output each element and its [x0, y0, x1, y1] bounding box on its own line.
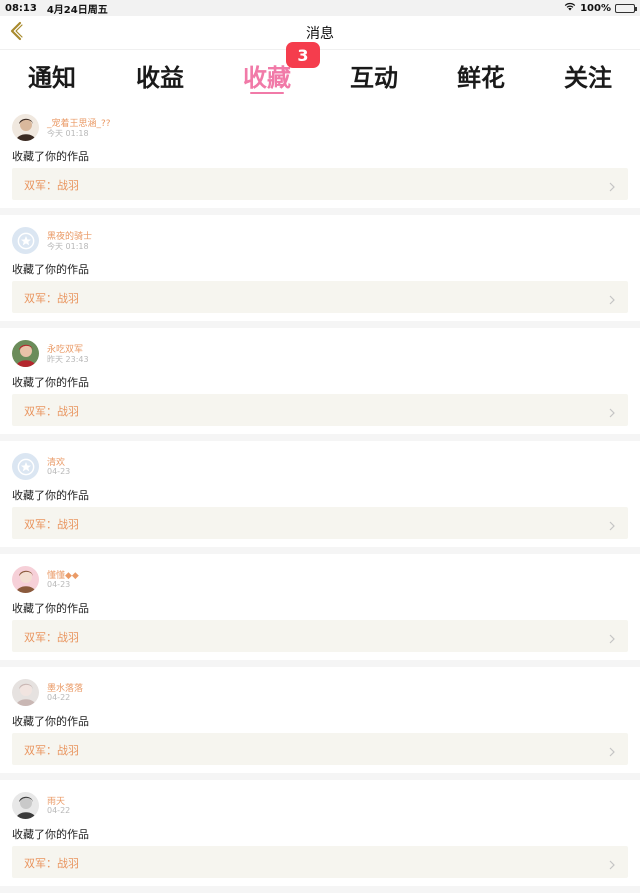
action-text: 收藏了你的作品	[12, 602, 89, 615]
work-link[interactable]: 双军：战羽	[12, 168, 628, 200]
action-text: 收藏了你的作品	[12, 715, 89, 728]
active-tab-indicator	[250, 92, 284, 94]
work-title: 双军：战羽	[24, 292, 79, 305]
chevron-right-icon	[608, 856, 616, 870]
divider	[0, 321, 640, 328]
chevron-right-icon	[608, 178, 616, 192]
list-item: 永吃双军 昨天 23:43 收藏了你的作品 双军：战羽	[0, 328, 640, 434]
avatar[interactable]	[12, 453, 39, 480]
work-link[interactable]: 双军：战羽	[12, 281, 628, 313]
list-item: 黑夜的骑士 今天 01:18 收藏了你的作品 双军：战羽	[0, 215, 640, 321]
wifi-icon	[564, 2, 576, 14]
unread-badge: 3	[286, 42, 320, 68]
timestamp: 昨天 23:43	[47, 355, 89, 364]
chevron-right-icon	[608, 630, 616, 644]
list-item: 懂懂◆◆ 04-23 收藏了你的作品 双军：战羽	[0, 554, 640, 660]
status-date: 4月24日周五	[46, 4, 108, 16]
action-text: 收藏了你的作品	[12, 150, 89, 163]
avatar[interactable]	[12, 792, 39, 819]
tab-flowers[interactable]: 鲜花	[431, 58, 531, 93]
list-item: _宠着王思涵_?? 今天 01:18 收藏了你的作品 双军：战羽	[0, 102, 640, 208]
work-title: 双军：战羽	[24, 179, 79, 192]
work-link[interactable]: 双军：战羽	[12, 846, 628, 878]
work-title: 双军：战羽	[24, 631, 79, 644]
divider	[0, 547, 640, 554]
divider	[0, 208, 640, 215]
list-item: 墨水落落 04-22 收藏了你的作品 双军：战羽	[0, 667, 640, 773]
work-link[interactable]: 双军：战羽	[12, 733, 628, 765]
action-text: 收藏了你的作品	[12, 376, 89, 389]
action-text: 收藏了你的作品	[12, 828, 89, 841]
status-bar: 08:13 4月24日周五 100%	[0, 0, 640, 16]
chevron-right-icon	[608, 291, 616, 305]
list-item: 清欢 04-23 收藏了你的作品 双军：战羽	[0, 441, 640, 547]
avatar[interactable]	[12, 679, 39, 706]
action-text: 收藏了你的作品	[12, 263, 89, 276]
battery-icon	[615, 3, 637, 13]
tab-notifications[interactable]: 通知	[2, 58, 102, 93]
tab-bar: 通知 收益 收藏 互动 鲜花 关注	[0, 50, 640, 100]
divider	[0, 886, 640, 893]
tab-follows[interactable]: 关注	[538, 58, 638, 93]
status-left: 08:13 4月24日周五	[5, 1, 108, 16]
avatar[interactable]	[12, 566, 39, 593]
timestamp: 04-23	[47, 580, 71, 589]
battery-percent: 100%	[580, 2, 611, 14]
action-text: 收藏了你的作品	[12, 489, 89, 502]
divider	[0, 773, 640, 780]
timestamp: 今天 01:18	[47, 129, 89, 138]
nav-bar: 消息	[0, 16, 640, 50]
chevron-right-icon	[608, 404, 616, 418]
chevron-left-icon	[9, 21, 23, 45]
timestamp: 今天 01:18	[47, 242, 89, 251]
list-item: 雨天 04-22 收藏了你的作品 双军：战羽	[0, 780, 640, 886]
work-title: 双军：战羽	[24, 857, 79, 870]
avatar[interactable]	[12, 114, 39, 141]
timestamp: 04-22	[47, 693, 71, 702]
divider	[0, 434, 640, 441]
work-link[interactable]: 双军：战羽	[12, 620, 628, 652]
work-title: 双军：战羽	[24, 518, 79, 531]
chevron-right-icon	[608, 517, 616, 531]
work-title: 双军：战羽	[24, 744, 79, 757]
divider	[0, 660, 640, 667]
timestamp: 04-22	[47, 806, 71, 815]
page-title: 消息	[306, 25, 334, 42]
avatar[interactable]	[12, 340, 39, 367]
avatar[interactable]	[12, 227, 39, 254]
timestamp: 04-23	[47, 467, 71, 476]
work-link[interactable]: 双军：战羽	[12, 507, 628, 539]
tab-interactions[interactable]: 互动	[324, 58, 424, 93]
work-link[interactable]: 双军：战羽	[12, 394, 628, 426]
work-title: 双军：战羽	[24, 405, 79, 418]
chevron-right-icon	[608, 743, 616, 757]
status-right: 100%	[564, 2, 637, 14]
status-time: 08:13	[5, 2, 37, 14]
back-button[interactable]	[6, 21, 26, 45]
tab-earnings[interactable]: 收益	[110, 58, 210, 93]
